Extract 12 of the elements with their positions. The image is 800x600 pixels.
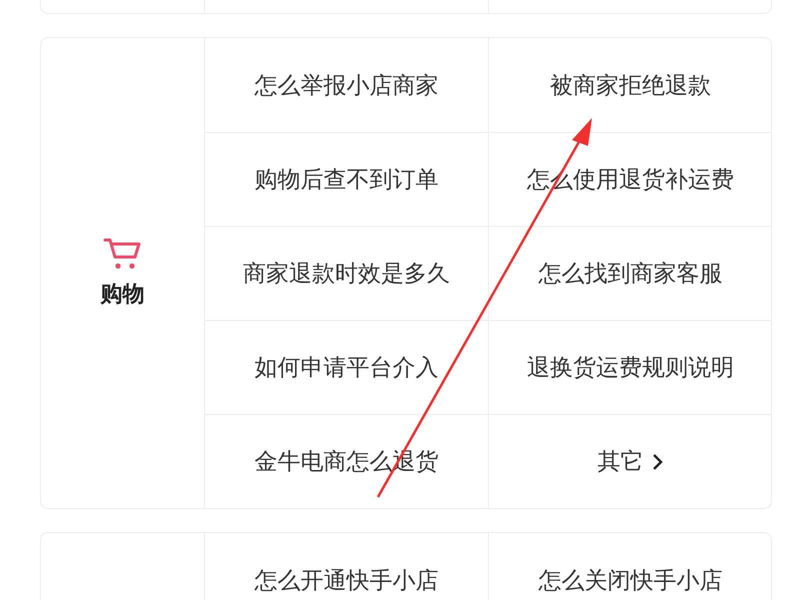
- chevron-icon: [652, 452, 664, 470]
- question-link[interactable]: 怎么关闭快手小店: [488, 533, 772, 600]
- question-link[interactable]: 怎么开通快手小店: [204, 533, 488, 600]
- cart-icon: [102, 237, 142, 271]
- question-link[interactable]: 怎么举报小店商家: [204, 38, 488, 132]
- question-link[interactable]: 退换货运费规则说明: [488, 320, 772, 414]
- question-link[interactable]: 怎么找到商家客服: [488, 226, 772, 320]
- question-link[interactable]: 如何申请平台介入: [204, 320, 488, 414]
- question-link[interactable]: 购物后查不到订单: [204, 132, 488, 226]
- question-link[interactable]: 商家退款时效是多久: [204, 226, 488, 320]
- category-label: 购物: [100, 281, 144, 309]
- more-link[interactable]: 其它: [488, 414, 772, 508]
